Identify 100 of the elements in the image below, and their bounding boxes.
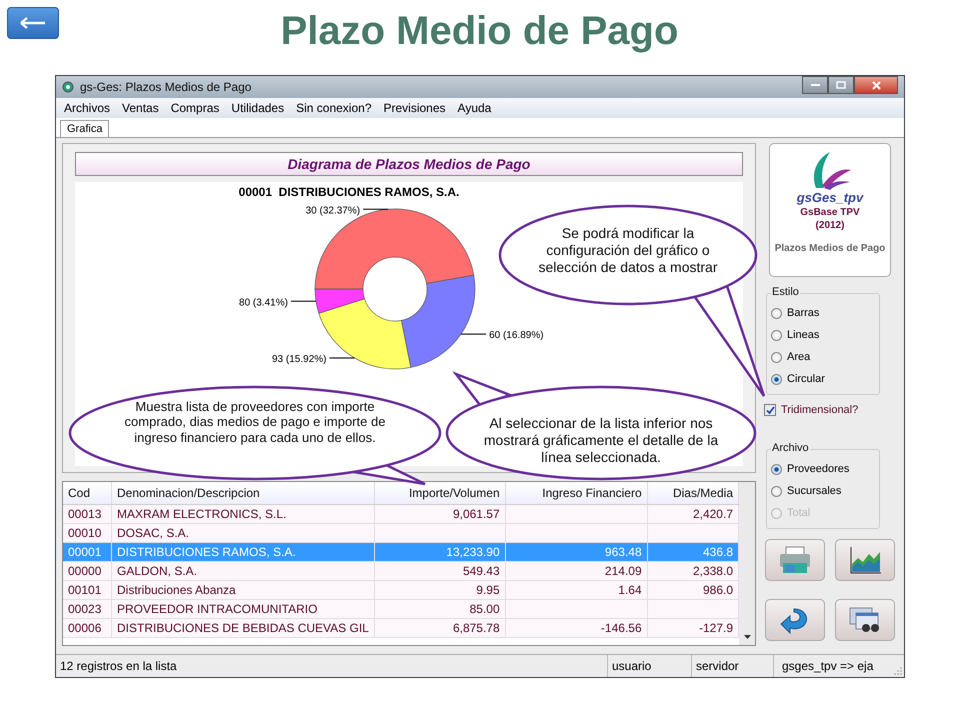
minimize-button[interactable] bbox=[802, 76, 828, 94]
table-cell: MAXRAM ELECTRONICS, S.L. bbox=[112, 504, 374, 524]
column-header[interactable]: Denominacion/Descripcion bbox=[112, 482, 374, 504]
radio-button[interactable] bbox=[771, 330, 782, 340]
status-text: 12 registros en la lista bbox=[56, 655, 608, 677]
callout-text: Al seleccionar de la lista inferior nos mostrará gráficamente el detalle de la línea seleccionada. bbox=[482, 415, 720, 466]
table-cell: -146.56 bbox=[505, 618, 648, 638]
table-row[interactable]: 00023 PROVEEDOR INTRACOMUNITARIO 85.00 bbox=[63, 600, 738, 618]
table-cell: DISTRIBUCIONES RAMOS, S.A. bbox=[112, 542, 374, 562]
menu-item[interactable]: Ventas bbox=[122, 101, 159, 115]
slide-title: Plazo Medio de Pago bbox=[280, 8, 680, 55]
table-row[interactable]: 00000 GALDON, S.A. 549.43 214.09 2,338.0 bbox=[63, 562, 738, 580]
column-header[interactable]: Ingreso Financiero bbox=[505, 482, 648, 504]
menu-item[interactable]: Compras bbox=[170, 101, 220, 115]
table-cell: 13,233.90 bbox=[374, 542, 506, 562]
table-cell: 549.43 bbox=[374, 562, 506, 580]
logo-name: gsGes_tpv bbox=[796, 190, 864, 205]
callout-text: Se podrá modificar la configuración del gráfico o selección de datos a mostrar bbox=[538, 225, 718, 276]
back-button[interactable] bbox=[7, 7, 59, 39]
slice-label: 60 (16.89%) bbox=[489, 330, 544, 342]
printer-icon bbox=[778, 546, 812, 574]
window-title: gs-Ges: Plazos Medios de Pago bbox=[80, 80, 252, 94]
module-name: Plazos Medios de Pago bbox=[774, 243, 886, 254]
scrollbar[interactable] bbox=[739, 482, 755, 645]
product-name: GsBase TPV bbox=[800, 207, 860, 218]
radio-label: Circular bbox=[787, 373, 825, 385]
table-cell: 2,338.0 bbox=[647, 562, 738, 580]
radio-button[interactable] bbox=[771, 308, 782, 318]
menu-item[interactable]: Ayuda bbox=[458, 101, 492, 115]
binoculars-icon bbox=[848, 606, 882, 634]
maximize-icon bbox=[836, 81, 846, 89]
table-cell: PROVEEDOR INTRACOMUNITARIO bbox=[112, 600, 374, 618]
status-text: gsges_tpv => eja bbox=[781, 658, 874, 675]
radio-label: Lineas bbox=[787, 329, 820, 341]
search-button[interactable] bbox=[835, 599, 895, 641]
menu-item[interactable]: Utilidades bbox=[231, 101, 284, 115]
table-row[interactable]: 00010 DOSAC, S.A. bbox=[63, 524, 738, 542]
menu-item[interactable]: Sin conexion? bbox=[296, 101, 372, 115]
column-header[interactable]: Cod bbox=[63, 482, 112, 504]
leader-line bbox=[328, 357, 355, 358]
column-header[interactable]: Dias/Media bbox=[647, 482, 738, 504]
area-chart-icon bbox=[848, 546, 882, 574]
slice-label: 93 (15.92%) bbox=[272, 354, 326, 365]
leader-line bbox=[460, 334, 487, 335]
maximize-button[interactable] bbox=[828, 76, 854, 94]
leader-line bbox=[290, 300, 316, 302]
table-cell: 00023 bbox=[63, 600, 112, 618]
app-icon bbox=[62, 81, 74, 93]
radio-button[interactable] bbox=[771, 464, 782, 474]
close-button[interactable] bbox=[854, 76, 898, 94]
status-text: servidor bbox=[692, 655, 774, 677]
curved-arrow-icon bbox=[780, 606, 810, 634]
radio-label: Proveedores bbox=[787, 463, 850, 475]
table-cell: 9.95 bbox=[374, 580, 506, 600]
product-year: (2012) bbox=[816, 220, 844, 231]
radio-label: Area bbox=[787, 351, 810, 363]
menu-item[interactable]: Previsiones bbox=[384, 101, 446, 115]
radio-button[interactable] bbox=[771, 352, 782, 362]
table-cell: 00006 bbox=[63, 618, 112, 638]
radio-label: Sucursales bbox=[787, 485, 842, 497]
table-cell: 963.48 bbox=[505, 542, 648, 562]
table-cell: DOSAC, S.A. bbox=[112, 524, 374, 542]
menu-item[interactable]: Archivos bbox=[64, 101, 110, 115]
leader-line bbox=[362, 208, 389, 210]
table-row[interactable]: 00006 DISTRIBUCIONES DE BEBIDAS CUEVAS GIL 6,875.78 -146.56 -127.9 bbox=[63, 618, 738, 638]
left-arrow-icon bbox=[20, 17, 46, 29]
table-cell: 00010 bbox=[63, 524, 112, 542]
table-cell: 85.00 bbox=[374, 600, 506, 618]
slice-label: 30 (32.37%) bbox=[306, 205, 360, 216]
tab[interactable]: Grafica bbox=[60, 120, 110, 137]
checkbox[interactable] bbox=[764, 404, 776, 416]
table-cell: Distribuciones Abanza bbox=[112, 580, 374, 600]
table-cell: 2,420.7 bbox=[647, 504, 738, 524]
table-cell: 1.64 bbox=[505, 580, 648, 600]
radio-label: Barras bbox=[787, 307, 820, 319]
chart-heading: Diagrama de Plazos Medios de Pago bbox=[75, 152, 743, 176]
table-cell: 00101 bbox=[63, 580, 112, 600]
table-cell: -127.9 bbox=[647, 618, 738, 638]
radio-button[interactable] bbox=[771, 374, 782, 384]
table-row[interactable]: 00101 Distribuciones Abanza 9.95 1.64 986.0 bbox=[63, 580, 738, 600]
group-label: Estilo bbox=[771, 286, 800, 298]
table-cell: GALDON, S.A. bbox=[112, 562, 374, 580]
table-cell: 436.8 bbox=[647, 542, 738, 562]
close-icon bbox=[872, 80, 880, 90]
status-text: usuario bbox=[608, 655, 692, 677]
table-cell: 00001 bbox=[63, 542, 112, 562]
table-cell: 6,875.78 bbox=[374, 618, 506, 638]
table-row[interactable]: 00013 MAXRAM ELECTRONICS, S.L. 9,061.57 2,420.7 bbox=[63, 504, 738, 524]
slice-label: 80 (3.41%) bbox=[239, 297, 288, 308]
column-header[interactable]: Importe/Volumen bbox=[374, 482, 506, 504]
resize-grip-icon bbox=[894, 667, 902, 675]
print-button[interactable] bbox=[765, 539, 825, 581]
chart-button[interactable] bbox=[835, 539, 895, 581]
group-label: Archivo bbox=[771, 442, 810, 454]
checkbox-label: Tridimensional? bbox=[781, 404, 858, 416]
callout-text: Muestra lista de proveedores con importe comprado, dias medios de pago e importe de ingreso financiero para cada uno de ellos. bbox=[124, 399, 386, 445]
return-button[interactable] bbox=[765, 599, 825, 641]
radio-button[interactable] bbox=[771, 486, 782, 496]
table-cell: 00013 bbox=[63, 504, 112, 524]
chart-title: 00001 DISTRIBUCIONES RAMOS, S.A. bbox=[238, 185, 460, 199]
